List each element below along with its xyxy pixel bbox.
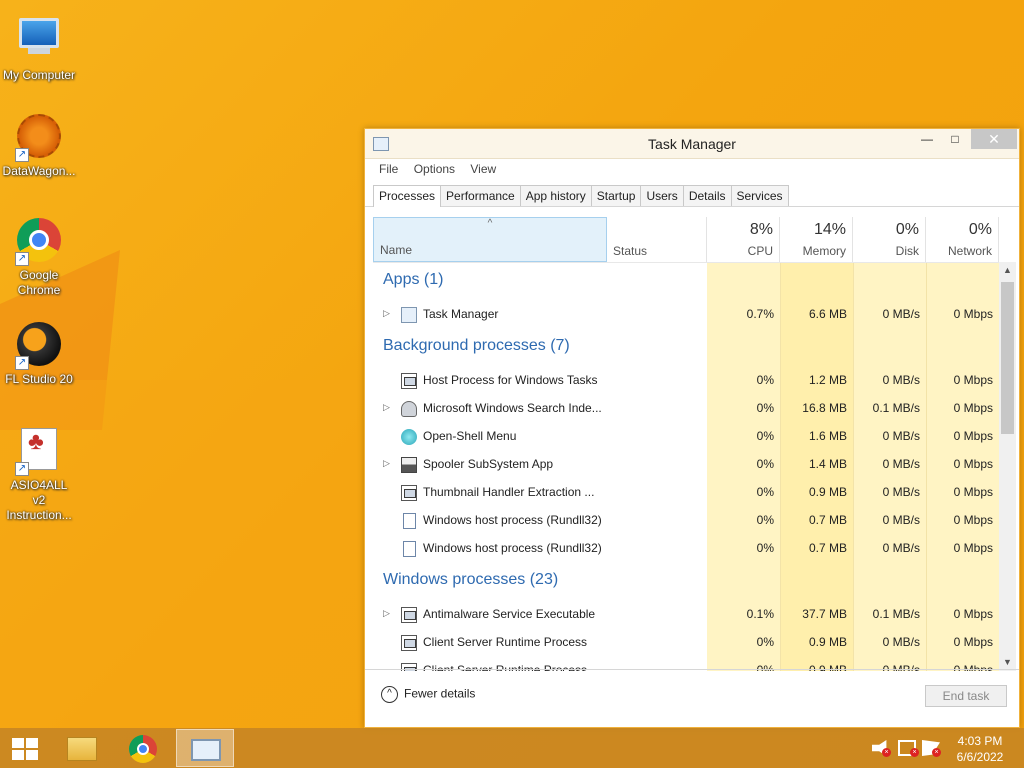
table-row[interactable]: Open-Shell Menu 0% 1.6 MB 0 MB/s 0 Mbps: [373, 423, 999, 451]
desktop-icon-google-chrome[interactable]: ↗ Google Chrome: [0, 216, 79, 298]
window-icon: [401, 607, 417, 623]
column-header-network[interactable]: 0% Network: [926, 217, 999, 262]
search-indexer-icon: [401, 401, 417, 417]
desktop-icon-datawagon[interactable]: ↗ DataWagon...: [0, 112, 79, 179]
taskbar: × × × 4:03 PM 6/6/2022: [0, 728, 1024, 768]
group-header-apps[interactable]: Apps (1): [373, 271, 999, 299]
window-icon: [401, 373, 417, 389]
table-row[interactable]: Windows host process (Rundll32) 0% 0.7 M…: [373, 535, 999, 563]
window-icon: [401, 635, 417, 651]
expand-arrow-icon[interactable]: ▷: [383, 608, 390, 619]
table-row[interactable]: Host Process for Windows Tasks 0% 1.2 MB…: [373, 367, 999, 395]
document-icon: [403, 541, 416, 557]
table-row[interactable]: ▷ Task Manager 0.7% 6.6 MB 0 MB/s 0 Mbps: [373, 301, 999, 329]
disk-total-percent: 0%: [895, 221, 919, 238]
tab-processes[interactable]: Processes: [373, 185, 442, 207]
menu-bar: File Options View: [365, 159, 1019, 179]
column-header-status[interactable]: Status: [607, 217, 707, 262]
taskbar-chrome[interactable]: [114, 729, 172, 767]
shortcut-arrow-icon: ↗: [15, 462, 29, 476]
document-icon: [403, 513, 416, 529]
expand-arrow-icon[interactable]: ▷: [383, 458, 390, 469]
table-row[interactable]: Windows host process (Rundll32) 0% 0.7 M…: [373, 507, 999, 535]
tab-performance[interactable]: Performance: [440, 185, 521, 206]
shortcut-arrow-icon: ↗: [15, 252, 29, 266]
shortcut-arrow-icon: ↗: [15, 148, 29, 162]
clock-time: 4:03 PM: [957, 734, 1003, 748]
desktop-icon-label: My Computer: [2, 68, 76, 82]
table-row[interactable]: ▷ Microsoft Windows Search Inde... 0% 16…: [373, 395, 999, 423]
chrome-icon: ↗: [15, 218, 63, 266]
desktop-icon-asio4all[interactable]: ↗ ASIO4ALL v2 Instruction...: [0, 424, 79, 523]
desktop-icon-label: FL Studio 20: [5, 372, 73, 386]
taskbar-file-explorer[interactable]: [52, 729, 110, 767]
close-button[interactable]: ✕: [971, 129, 1017, 149]
task-manager-icon: [191, 739, 221, 761]
table-row[interactable]: ▷ Antimalware Service Executable 0.1% 37…: [373, 601, 999, 629]
window-footer: ^ Fewer details End task: [365, 669, 1019, 727]
tab-strip: Processes Performance App history Startu…: [365, 179, 1019, 207]
column-header-cpu[interactable]: 8% CPU: [707, 217, 780, 262]
maximize-button[interactable]: □: [941, 129, 969, 149]
group-header-background[interactable]: Background processes (7): [373, 337, 999, 365]
error-badge-icon: ×: [932, 748, 941, 757]
sort-ascending-icon: ^: [487, 218, 493, 229]
clock[interactable]: 4:03 PM 6/6/2022: [952, 733, 1008, 765]
menu-view[interactable]: View: [464, 159, 502, 179]
tab-startup[interactable]: Startup: [590, 185, 642, 206]
pdf-icon: ↗: [15, 428, 63, 476]
computer-icon: [15, 18, 63, 66]
desktop-icon-fl-studio[interactable]: ↗ FL Studio 20: [0, 320, 79, 387]
table-row[interactable]: ▷ Spooler SubSystem App 0% 1.4 MB 0 MB/s…: [373, 451, 999, 479]
memory-total-percent: 14%: [813, 221, 846, 238]
end-task-button[interactable]: End task: [925, 685, 1007, 707]
error-badge-icon: ×: [910, 748, 919, 757]
desktop-icon-my-computer[interactable]: My Computer: [0, 10, 79, 83]
column-header-name[interactable]: ^ Name: [373, 217, 607, 262]
clock-date: 6/6/2022: [956, 750, 1004, 764]
column-header-disk[interactable]: 0% Disk: [853, 217, 926, 262]
folder-icon: [67, 737, 97, 761]
printer-icon: [401, 457, 417, 473]
title-bar[interactable]: Task Manager — □ ✕: [365, 129, 1019, 159]
network-total-percent: 0%: [968, 221, 992, 238]
tab-app-history[interactable]: App history: [519, 185, 592, 206]
fewer-details-button[interactable]: ^ Fewer details: [381, 686, 475, 703]
tab-users[interactable]: Users: [640, 185, 684, 206]
expand-arrow-icon[interactable]: ▷: [383, 308, 390, 319]
task-manager-icon: [401, 307, 417, 323]
minimize-button[interactable]: —: [913, 129, 941, 149]
scroll-up-icon[interactable]: ▲: [999, 262, 1016, 279]
chevron-up-icon: ^: [381, 686, 398, 703]
process-grid: ^ Name Status 8% CPU 14% Memory 0% Disk …: [373, 217, 1016, 671]
menu-file[interactable]: File: [373, 159, 404, 179]
desktop-icon-label: DataWagon...: [2, 164, 76, 178]
tab-services[interactable]: Services: [730, 185, 789, 206]
process-list: Apps (1) ▷ Task Manager 0.7% 6.6 MB 0 MB…: [373, 262, 999, 671]
table-row[interactable]: Client Server Runtime Process 0% 0.9 MB …: [373, 629, 999, 657]
shortcut-arrow-icon: ↗: [15, 356, 29, 370]
datawagon-icon: ↗: [15, 114, 63, 162]
cpu-total-percent: 8%: [749, 221, 773, 238]
expand-arrow-icon[interactable]: ▷: [383, 402, 390, 413]
shell-icon: [401, 429, 417, 445]
start-button[interactable]: [12, 738, 38, 760]
scrollbar-thumb[interactable]: [1001, 282, 1014, 434]
task-manager-window: Task Manager — □ ✕ File Options View Pro…: [364, 128, 1020, 728]
vertical-scrollbar[interactable]: ▲ ▼: [999, 262, 1016, 671]
group-header-windows[interactable]: Windows processes (23): [373, 571, 999, 599]
menu-options[interactable]: Options: [408, 159, 461, 179]
fl-studio-icon: ↗: [15, 322, 63, 370]
desktop-icon-label: ASIO4ALL v2 Instruction...: [6, 478, 72, 522]
chrome-icon: [129, 735, 157, 763]
taskbar-task-manager[interactable]: [176, 729, 234, 767]
window-icon: [401, 485, 417, 501]
desktop-icon-label: Google Chrome: [17, 268, 61, 297]
column-header-memory[interactable]: 14% Memory: [780, 217, 853, 262]
error-badge-icon: ×: [882, 748, 891, 757]
tab-details[interactable]: Details: [682, 185, 732, 206]
table-row[interactable]: Thumbnail Handler Extraction ... 0% 0.9 …: [373, 479, 999, 507]
